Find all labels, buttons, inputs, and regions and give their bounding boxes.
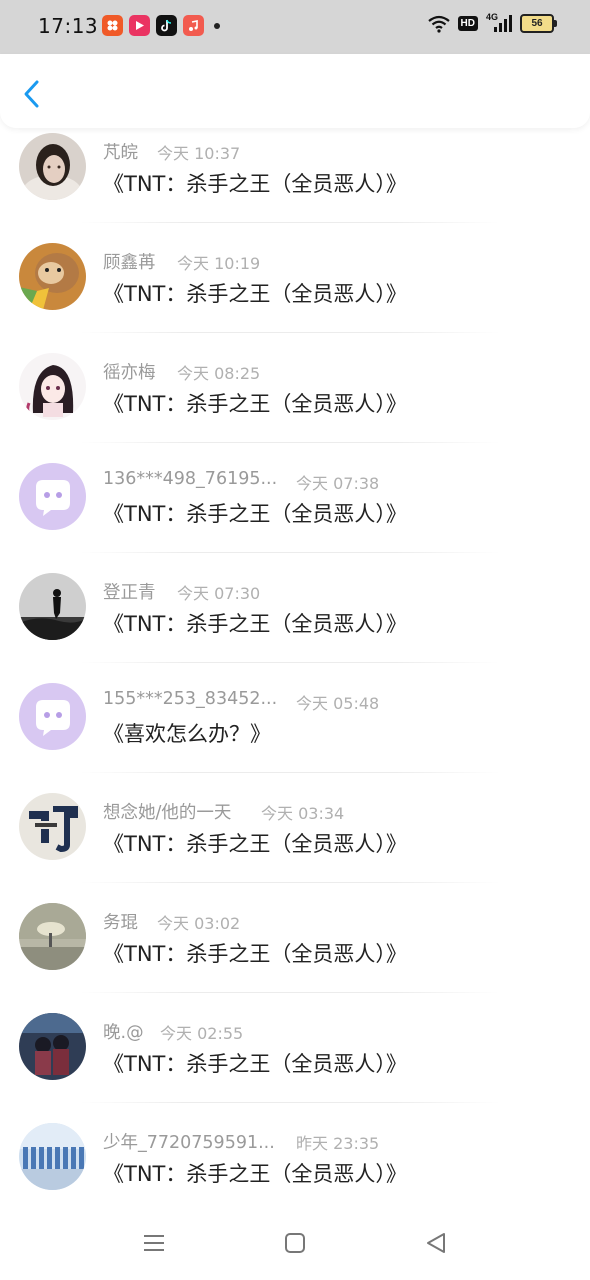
divider (80, 222, 500, 223)
wifi-icon (427, 15, 450, 33)
sender-name: 芃皖 (103, 143, 138, 163)
list-item[interactable]: 136***498_76195... 今天 07:38 《TNT：杀手之王（全员… (0, 458, 590, 568)
status-app-icons (102, 15, 220, 36)
battery-level: 56 (531, 18, 543, 29)
avatar[interactable] (19, 133, 86, 200)
signal-icon: 4G (486, 12, 512, 33)
list-item[interactable]: 想念她/他的一天 今天 03:34 《TNT：杀手之王（全员恶人）》 (0, 788, 590, 898)
list-item[interactable]: 晚.@ 今天 02:55 《TNT：杀手之王（全员恶人）》 (0, 1008, 590, 1118)
message-time: 今天 10:37 (157, 144, 241, 163)
sender-name: 晚.@ (103, 1023, 144, 1043)
tiktok-icon (156, 15, 177, 36)
message-text: 《TNT：杀手之王（全员恶人）》 (103, 282, 407, 306)
avatar[interactable] (19, 463, 86, 530)
message-text: 《TNT：杀手之王（全员恶人）》 (103, 942, 407, 966)
video-app-icon (129, 15, 150, 36)
header (0, 54, 590, 128)
app-icon-1 (102, 15, 123, 36)
home-square-icon (285, 1233, 305, 1253)
notification-dot-icon (214, 22, 220, 29)
list-item[interactable]: 少年_7720759591... 昨天 23:35 《TNT：杀手之王（全员恶人… (0, 1118, 590, 1206)
default-chat-avatar-icon (19, 683, 86, 750)
menu-button[interactable] (134, 1226, 174, 1260)
list-item[interactable]: 芃皖 今天 10:37 《TNT：杀手之王（全员恶人）》 (0, 128, 590, 238)
list-item[interactable]: 155***253_83452... 今天 05:48 《喜欢怎么办？》 (0, 678, 590, 788)
message-text: 《TNT：杀手之王（全员恶人）》 (103, 502, 407, 526)
battery-icon: 56 (520, 14, 557, 33)
status-bar: 17:13 HD 4G 56 (0, 0, 590, 54)
avatar[interactable] (19, 1123, 86, 1190)
sender-name: 136***498_76195... (103, 469, 278, 489)
message-list[interactable]: 芃皖 今天 10:37 《TNT：杀手之王（全员恶人）》 顾鑫苒 今天 10:1… (0, 128, 590, 1206)
back-triangle-icon (427, 1233, 445, 1253)
music-app-icon (183, 15, 204, 36)
list-item[interactable]: 顾鑫苒 今天 10:19 《TNT：杀手之王（全员恶人）》 (0, 238, 590, 348)
divider (80, 882, 500, 883)
message-time: 今天 05:48 (296, 694, 380, 713)
list-item[interactable]: 登正青 今天 07:30 《TNT：杀手之王（全员恶人）》 (0, 568, 590, 678)
message-text: 《TNT：杀手之王（全员恶人）》 (103, 832, 407, 856)
message-text: 《TNT：杀手之王（全员恶人）》 (103, 1052, 407, 1076)
home-button[interactable] (275, 1226, 315, 1260)
back-button[interactable] (14, 76, 50, 112)
avatar[interactable] (19, 243, 86, 310)
sender-name: 徭亦梅 (103, 363, 156, 383)
sender-name: 155***253_83452... (103, 689, 278, 709)
list-item[interactable]: 徭亦梅 今天 08:25 《TNT：杀手之王（全员恶人）》 (0, 348, 590, 458)
avatar[interactable] (19, 1013, 86, 1080)
divider (80, 442, 500, 443)
message-time: 今天 07:30 (177, 584, 261, 603)
menu-icon (144, 1235, 164, 1251)
message-time: 今天 10:19 (177, 254, 261, 273)
divider (80, 662, 500, 663)
sender-name: 想念她/他的一天 (103, 803, 232, 823)
chevron-left-icon (24, 80, 39, 108)
avatar[interactable] (19, 573, 86, 640)
message-text: 《TNT：杀手之王（全员恶人）》 (103, 612, 407, 636)
divider (80, 992, 500, 993)
avatar[interactable] (19, 683, 86, 750)
sender-name: 顾鑫苒 (103, 253, 156, 273)
message-text: 《TNT：杀手之王（全员恶人）》 (103, 172, 407, 196)
sender-name: 登正青 (103, 583, 156, 603)
divider (80, 1102, 500, 1103)
divider (80, 332, 500, 333)
hd-badge: HD (457, 16, 478, 31)
status-time: 17:13 (38, 14, 99, 38)
message-time: 昨天 23:35 (296, 1134, 380, 1153)
divider (80, 772, 500, 773)
message-time: 今天 03:02 (157, 914, 241, 933)
nav-back-button[interactable] (416, 1226, 456, 1260)
status-indicators: HD 4G 56 (427, 12, 557, 33)
divider (80, 552, 500, 553)
message-time: 今天 03:34 (261, 804, 345, 823)
message-time: 今天 07:38 (296, 474, 380, 493)
default-chat-avatar-icon (19, 463, 86, 530)
sender-name: 少年_7720759591... (103, 1133, 275, 1153)
system-nav-bar (0, 1206, 590, 1280)
list-item[interactable]: 务琨 今天 03:02 《TNT：杀手之王（全员恶人）》 (0, 898, 590, 1008)
sender-name: 务琨 (103, 913, 138, 933)
message-text: 《喜欢怎么办？》 (103, 722, 271, 746)
avatar[interactable] (19, 903, 86, 970)
message-time: 今天 08:25 (177, 364, 261, 383)
avatar[interactable] (19, 353, 86, 420)
message-text: 《TNT：杀手之王（全员恶人）》 (103, 1162, 407, 1186)
message-time: 今天 02:55 (160, 1024, 244, 1043)
avatar[interactable] (19, 793, 86, 860)
message-text: 《TNT：杀手之王（全员恶人）》 (103, 392, 407, 416)
